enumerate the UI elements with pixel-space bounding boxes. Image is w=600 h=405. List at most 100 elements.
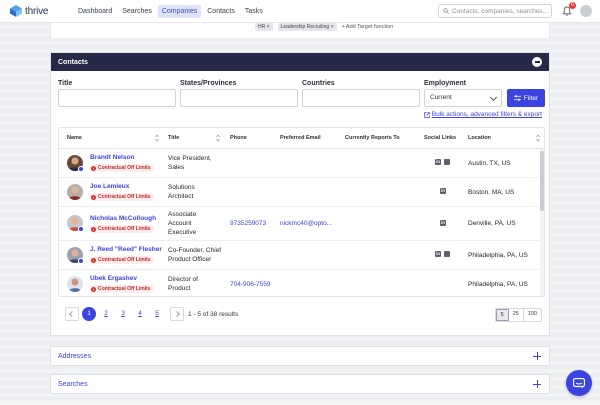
minus-icon [534, 61, 540, 63]
column-header-social[interactable]: Social Links [424, 135, 456, 141]
contact-phone-link[interactable]: 9735259073 [230, 219, 266, 228]
results-count: 1 - 5 of 38 results [188, 310, 239, 318]
page-number[interactable]: 2 [99, 307, 113, 321]
linkedin-connected-icon [78, 166, 84, 172]
target-function-chips: HR × Leadership Recruiting × + Add Targe… [255, 22, 393, 32]
pagination: 1 2 3 4 5 1 - 5 of 38 results [65, 307, 238, 321]
off-limits-badge: ! Contractual Off Limits [90, 164, 154, 172]
contact-title-line: Vice President, [168, 155, 212, 162]
table-row[interactable]: Brandt Nelson ! Contractual Off Limits Vi… [59, 149, 544, 178]
nav-link-contacts[interactable]: Contacts [203, 5, 239, 18]
employment-select[interactable]: Current [424, 89, 502, 107]
contact-email-link[interactable]: nickmc40@opto... [280, 219, 332, 228]
contacts-panel-header: Contacts [51, 53, 549, 71]
nav-link-dashboard[interactable]: Dashboard [74, 5, 116, 18]
column-header-phone[interactable]: Phone [230, 135, 247, 141]
table-scrollbar[interactable] [540, 149, 544, 296]
chip-hr[interactable]: HR × [255, 23, 273, 31]
off-limits-label: Contractual Off Limits [98, 226, 151, 232]
chip-label: Leadership Recruiting [280, 24, 330, 30]
twitter-icon[interactable] [444, 159, 450, 165]
linkedin-icon[interactable]: in [435, 159, 441, 165]
states-filter-input[interactable] [180, 89, 298, 107]
nav-link-searches[interactable]: Searches [118, 5, 156, 18]
prev-page-button[interactable] [65, 307, 79, 321]
linkedin-icon[interactable]: in [435, 251, 441, 257]
top-navigation: thrive Dashboard Searches Companies Cont… [0, 0, 600, 23]
column-header-name[interactable]: Name [67, 135, 82, 141]
contact-location: Philadelphia, PA, US [468, 252, 528, 259]
chat-icon [573, 377, 585, 388]
expand-plus-icon[interactable] [533, 352, 541, 360]
table-row[interactable]: Joe Lemieux ! Contractual Off Limits Solu… [59, 178, 544, 207]
notification-badge: 6 [569, 2, 576, 9]
bulk-actions-link[interactable]: Bulk actions, advanced filters & export [424, 111, 542, 118]
addresses-section[interactable]: Addresses [50, 346, 550, 366]
table-header: Name Title Phone Preferred Email Current… [59, 128, 544, 149]
contact-name-link[interactable]: J. Reed "Reed" Flesher [90, 245, 162, 254]
contact-name-link[interactable]: Ubek Ergashev [90, 274, 137, 283]
twitter-icon[interactable] [444, 251, 450, 257]
column-header-location[interactable]: Location [468, 135, 491, 141]
page-size-option[interactable]: 25 [508, 309, 524, 321]
column-header-email[interactable]: Preferred Email [280, 135, 321, 141]
scrollbar-thumb[interactable] [540, 151, 544, 211]
app-logo[interactable]: thrive [10, 5, 60, 17]
nav-link-companies[interactable]: Companies [157, 4, 202, 18]
sort-icon[interactable] [536, 133, 540, 143]
table-row[interactable]: J. Reed "Reed" Flesher ! Contractual Off … [59, 241, 544, 270]
off-limits-label: Contractual Off Limits [98, 194, 151, 200]
contact-phone-link[interactable]: 704-906-7559 [230, 280, 270, 289]
next-page-button[interactable] [170, 307, 184, 321]
contact-name-link[interactable]: Nicholas McCollough [90, 214, 156, 223]
contact-title-line: Sales [168, 164, 185, 171]
off-limits-badge: ! Contractual Off Limits [90, 193, 154, 201]
warning-icon: ! [91, 286, 96, 292]
linkedin-connected-icon [78, 258, 84, 264]
table-row[interactable]: Ubek Ergashev ! Contractual Off Limits Di… [59, 270, 544, 296]
add-target-function-link[interactable]: + Add Target function [342, 24, 394, 30]
contact-location: Boston, MA, US [468, 189, 515, 196]
linkedin-connected-icon [78, 226, 84, 232]
title-filter-input[interactable] [58, 89, 176, 107]
filter-button[interactable]: Filter [507, 89, 545, 107]
linkedin-icon[interactable]: in [440, 220, 446, 226]
chip-label: HR [258, 24, 266, 30]
page-size-selector: 5 25 100 [494, 308, 542, 322]
contact-location: Austin, TX, US [468, 160, 511, 167]
page-number[interactable]: 5 [150, 307, 164, 321]
nav-link-tasks[interactable]: Tasks [241, 5, 267, 18]
global-search-input[interactable] [452, 7, 550, 15]
employment-select-value: Current [430, 94, 452, 101]
column-header-reports-to[interactable]: Currently Reports To [345, 135, 400, 141]
column-header-title[interactable]: Title [168, 135, 179, 141]
contact-title-line: Product [168, 285, 191, 292]
warning-icon: ! [91, 194, 96, 200]
page-number[interactable]: 1 [82, 307, 96, 321]
page-size-option[interactable]: 5 [495, 309, 509, 321]
collapse-button[interactable] [532, 57, 542, 67]
sort-icon[interactable] [155, 133, 159, 143]
page-size-option[interactable]: 100 [523, 309, 541, 321]
global-search[interactable] [438, 4, 552, 18]
page-number[interactable]: 4 [133, 307, 147, 321]
contact-title-line: Product Officer [168, 256, 212, 263]
chat-launcher-button[interactable] [566, 370, 592, 396]
searches-section[interactable]: Searches [50, 374, 550, 394]
states-filter-label: States/Provinces [180, 80, 237, 87]
expand-plus-icon[interactable] [533, 380, 541, 388]
chip-leadership-recruiting[interactable]: Leadership Recruiting × [277, 23, 337, 31]
off-limits-badge: ! Contractual Off Limits [90, 256, 154, 264]
chevron-right-icon [174, 311, 180, 317]
contact-title-line: Architect [168, 193, 194, 200]
user-avatar[interactable] [580, 5, 592, 17]
countries-filter-input[interactable] [302, 89, 420, 107]
table-row[interactable]: Nicholas McCollough ! Contractual Off Lim… [59, 207, 544, 241]
contact-name-link[interactable]: Joe Lemieux [90, 182, 129, 191]
contact-title-line: Account [168, 220, 192, 227]
page-number[interactable]: 3 [116, 307, 130, 321]
linkedin-icon[interactable]: in [440, 188, 446, 194]
sort-icon[interactable] [216, 133, 220, 143]
external-link-icon [424, 111, 430, 118]
contact-name-link[interactable]: Brandt Nelson [90, 153, 134, 162]
